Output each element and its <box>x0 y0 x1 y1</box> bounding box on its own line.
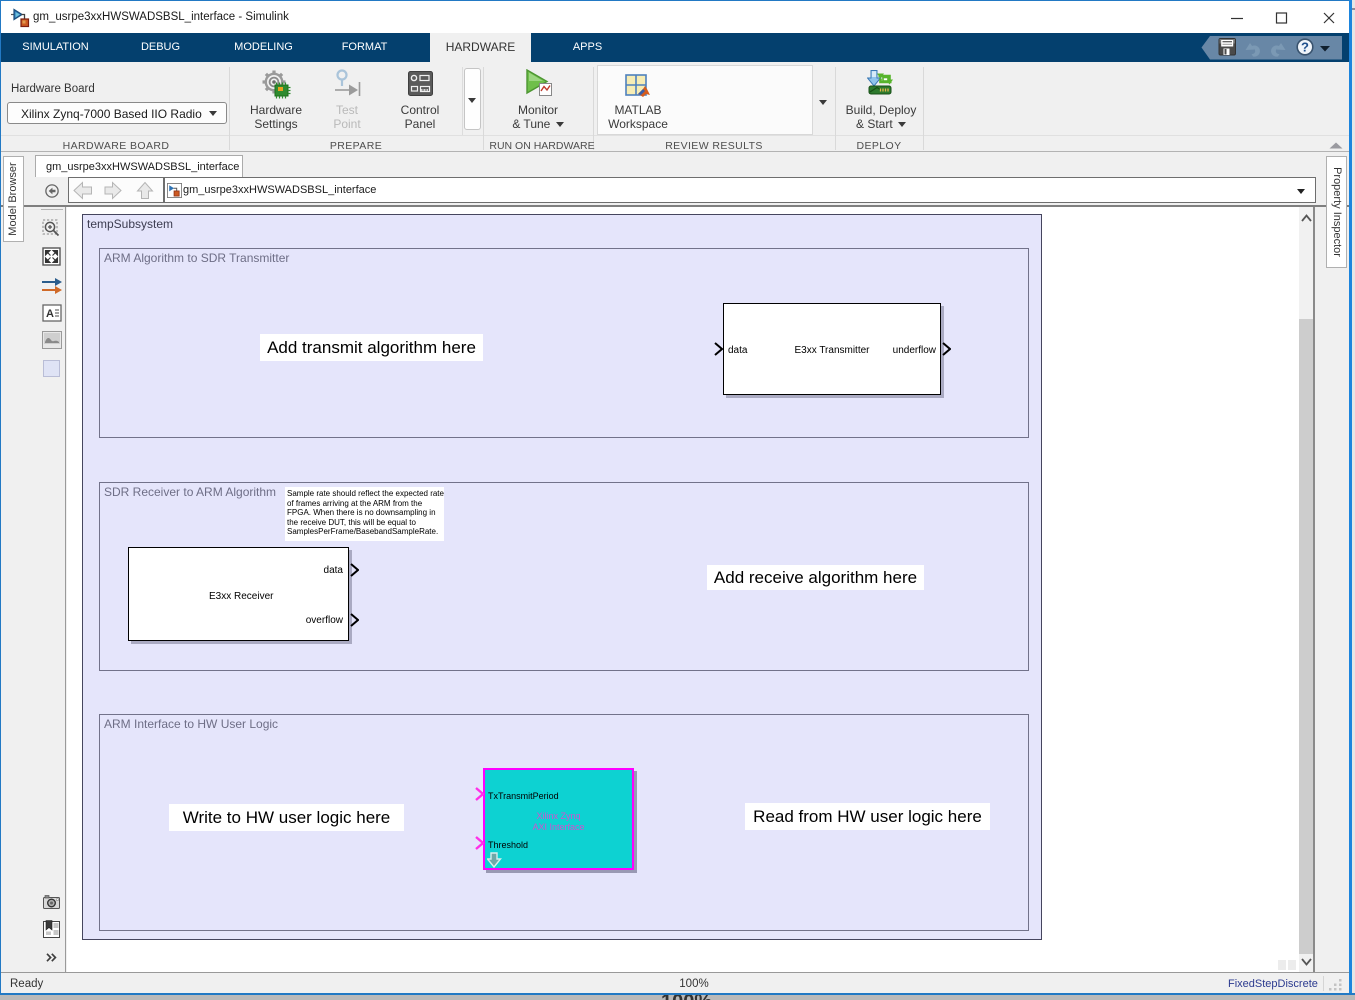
svg-text:A: A <box>46 308 54 320</box>
svg-text:?: ? <box>1301 40 1309 55</box>
